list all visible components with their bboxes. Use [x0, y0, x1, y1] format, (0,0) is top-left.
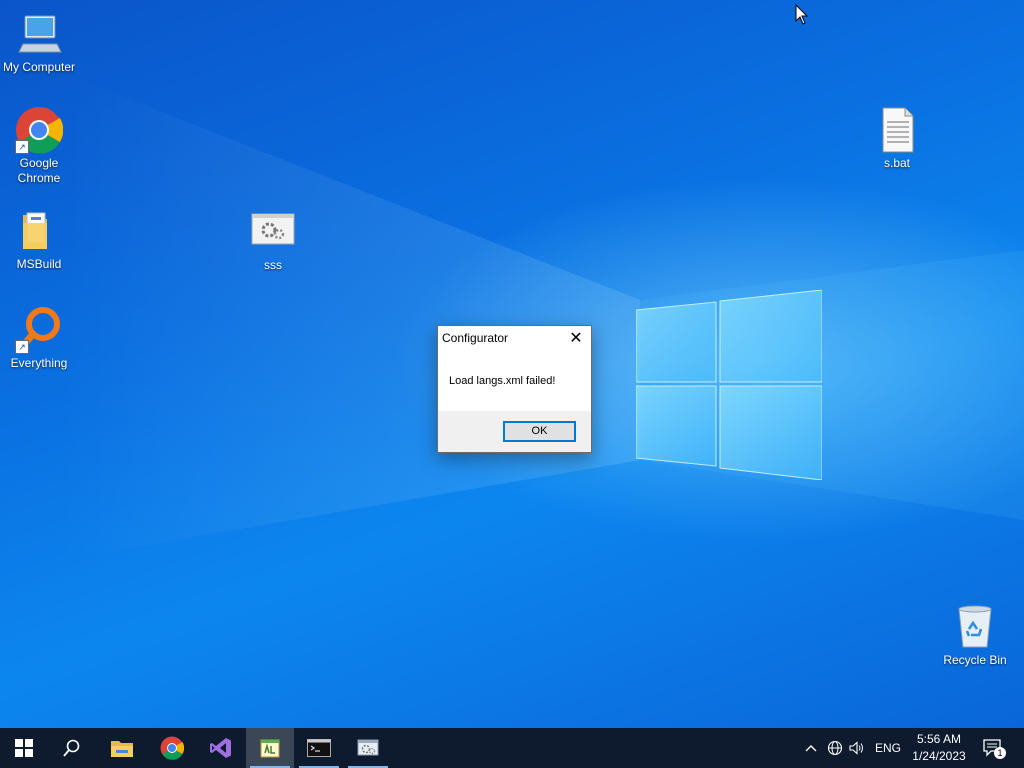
magnifier-icon: ↗: [15, 306, 63, 354]
search-icon: [63, 739, 80, 757]
desktop-icon-label: sss: [264, 258, 282, 272]
taskbar-file-explorer[interactable]: [98, 728, 146, 768]
taskbar-visual-studio[interactable]: [197, 728, 245, 768]
clock-date: 1/24/2023: [912, 749, 966, 763]
show-hidden-icons-button[interactable]: [800, 728, 822, 768]
network-button[interactable]: [824, 728, 846, 768]
action-center-button[interactable]: 1: [978, 728, 1008, 768]
desktop-icon-everything[interactable]: ↗ Everything: [0, 306, 79, 371]
desktop-icon-recycle-bin[interactable]: Recycle Bin: [935, 603, 1015, 668]
ok-button[interactable]: OK: [503, 421, 576, 442]
search-button[interactable]: [48, 728, 96, 768]
network-globe-icon: [827, 740, 843, 756]
desktop-icon-label: Everything: [10, 356, 68, 370]
desktop-icon-label: Recycle Bin: [943, 653, 1007, 667]
recycle-bin-icon: [951, 603, 999, 651]
folder-icon: [15, 207, 63, 255]
dialog-title: Configurator: [442, 331, 509, 345]
visual-studio-icon: [210, 738, 231, 758]
desktop-icon-label: s.bat: [883, 156, 910, 170]
desktop-icon-my-computer[interactable]: My Computer: [0, 10, 79, 75]
desktop-icon-label: Google Chrome: [17, 156, 61, 185]
close-icon: ✕: [569, 330, 583, 347]
app-window-icon: [357, 739, 379, 756]
start-button[interactable]: [0, 728, 48, 768]
close-button[interactable]: ✕: [561, 326, 591, 352]
taskbar-app[interactable]: [344, 728, 392, 768]
taskbar-configurator[interactable]: [246, 728, 294, 768]
windows-logo-wallpaper: [636, 290, 822, 480]
clock-time: 5:56 AM: [916, 732, 962, 746]
mouse-cursor-icon: [795, 4, 809, 25]
desktop-icon-label: My Computer: [2, 60, 76, 74]
dialog-message: Load langs.xml failed!: [449, 375, 556, 387]
taskbar-chrome[interactable]: [148, 728, 196, 768]
chrome-icon: ↗: [15, 106, 64, 154]
desktop-icon-s-bat[interactable]: s.bat: [857, 106, 937, 171]
taskbar: ENG 5:56 AM 1/24/2023 1: [0, 728, 1024, 768]
clock[interactable]: 5:56 AM 1/24/2023: [905, 731, 973, 765]
chevron-up-icon: [805, 745, 817, 752]
desktop-icon-msbuild[interactable]: MSBuild: [0, 207, 79, 272]
dialog-footer: OK: [438, 411, 591, 452]
volume-button[interactable]: [846, 728, 868, 768]
cmd-icon: [307, 739, 331, 757]
input-language-button[interactable]: ENG: [872, 728, 904, 768]
desktop-icon-sss[interactable]: sss: [233, 208, 313, 273]
windows-start-icon: [15, 739, 33, 757]
desktop-icon-google-chrome[interactable]: ↗ Google Chrome: [0, 106, 79, 186]
file-explorer-icon: [111, 741, 133, 757]
desktop-icon-label: MSBuild: [16, 257, 62, 271]
configurator-dialog: Configurator ✕ Load langs.xml failed! OK: [437, 325, 592, 453]
chrome-icon: [160, 736, 184, 760]
settings-app-icon: [249, 208, 297, 256]
notification-count-badge: 1: [994, 747, 1006, 759]
batch-file-icon: [873, 106, 921, 154]
shortcut-arrow-icon: ↗: [15, 140, 29, 154]
configurator-app-icon: [260, 739, 280, 758]
speaker-icon: [849, 741, 863, 755]
taskbar-command-prompt[interactable]: [295, 728, 343, 768]
computer-icon: [15, 10, 63, 58]
shortcut-arrow-icon: ↗: [15, 340, 29, 354]
